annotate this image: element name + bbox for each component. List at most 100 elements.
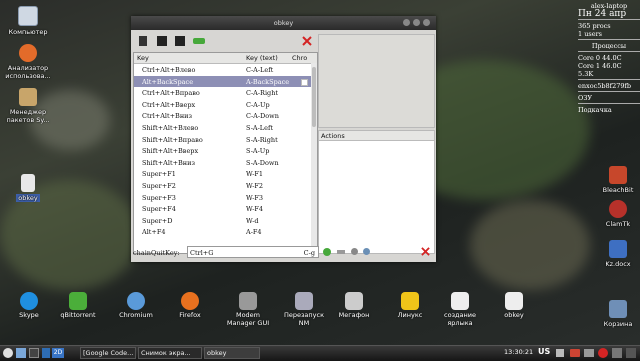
network-restart-icon: [295, 292, 313, 310]
users-count: 1 users: [578, 30, 603, 38]
desktop-icon-clamtk[interactable]: ClamTk: [590, 200, 640, 228]
clamtk-icon: [609, 200, 627, 218]
dock-item[interactable]: Chromium: [112, 292, 160, 320]
list-item[interactable]: Shift+Alt+Вправо S-A-Right: [134, 134, 317, 146]
terminal-icon[interactable]: [29, 348, 39, 358]
show-desktop-icon[interactable]: [626, 348, 636, 358]
desktop-icon-obkey[interactable]: obkey: [0, 174, 56, 202]
network-interface: enxoc5b8f279fb: [578, 82, 632, 90]
close-window-button[interactable]: [423, 19, 430, 26]
column-chroot[interactable]: Chro: [292, 54, 307, 62]
skype-icon: [20, 292, 38, 310]
task-obkey[interactable]: obkey: [204, 347, 260, 359]
list-item[interactable]: Ctrl+Alt+Вниз C-A-Down: [134, 110, 317, 122]
minimize-button[interactable]: [403, 19, 410, 26]
maximize-button[interactable]: [413, 19, 420, 26]
divider: [578, 91, 640, 92]
desktop-icon-computer[interactable]: Компьютер: [0, 6, 56, 36]
desktop-icon-disk-analyzer[interactable]: Анализатор использова...: [0, 44, 56, 80]
obkey-window: obkey Key Key (text) Chro Ctrl+Alt+Влево…: [131, 16, 436, 262]
scrollbar-thumb[interactable]: [312, 67, 316, 127]
task-screenshot[interactable]: Снимок экра...: [138, 347, 202, 359]
file-icon: [505, 292, 523, 310]
chain-quit-input[interactable]: Ctrl+G C-g: [187, 246, 319, 258]
window-titlebar[interactable]: obkey: [131, 16, 436, 30]
swap-title: Подкачка: [578, 106, 612, 114]
list-scrollbar[interactable]: [311, 63, 317, 253]
volume-icon[interactable]: [556, 349, 564, 357]
divider: [578, 39, 640, 40]
list-header: Key Key (text) Chro: [134, 53, 317, 64]
column-key-text[interactable]: Key (text): [246, 54, 278, 62]
add-icon[interactable]: [193, 38, 205, 44]
copy-icon[interactable]: [157, 36, 167, 46]
file-manager-icon[interactable]: [16, 348, 26, 358]
recording-icon[interactable]: [570, 349, 580, 357]
battery-icon[interactable]: [584, 349, 594, 357]
desktop-icon-trash[interactable]: Корзина: [590, 300, 640, 328]
list-item[interactable]: Alt+F4 A-F4: [134, 226, 317, 238]
list-item[interactable]: Alt+BackSpace A-BackSpace: [134, 75, 317, 88]
list-item[interactable]: Super+F4 W-F4: [134, 203, 317, 215]
dock-item[interactable]: qBittorrent: [54, 292, 102, 320]
wifi-icon: [345, 292, 363, 310]
chroot-checkbox[interactable]: [301, 78, 308, 86]
task-google-code[interactable]: [Google Code...: [80, 347, 136, 359]
processes-title: Процессы: [591, 42, 627, 50]
delete-icon[interactable]: [302, 36, 312, 46]
taskbar: 2D [Google Code... Снимок экра... obkey …: [0, 345, 640, 361]
computer-icon: [18, 6, 38, 26]
list-body: Ctrl+Alt+Влево C-A-Left Alt+BackSpace A-Bac…: [134, 64, 317, 238]
app-icon[interactable]: [42, 348, 50, 358]
file-icon: [21, 174, 35, 192]
list-item[interactable]: Shift+Alt+Вниз S-A-Down: [134, 157, 317, 169]
keyboard-layout[interactable]: US: [538, 347, 550, 356]
divider: [578, 103, 640, 104]
list-item[interactable]: Shift+Alt+Вверх S-A-Up: [134, 145, 317, 157]
firefox-icon: [181, 292, 199, 310]
list-item[interactable]: Super+F1 W-F1: [134, 168, 317, 180]
dock-item[interactable]: Firefox: [166, 292, 214, 320]
start-menu-icon[interactable]: [3, 348, 13, 358]
power-icon[interactable]: [598, 348, 608, 358]
dock-item[interactable]: Линукс: [386, 292, 434, 320]
save-icon[interactable]: [139, 36, 147, 46]
desktop-icon-kz-docx[interactable]: Kz.docx: [590, 240, 640, 268]
date: Пн 24 апр: [578, 9, 627, 19]
key-details-pane: [318, 34, 435, 128]
chain-quit-label: chainQuitKey:: [133, 249, 180, 257]
move-down-icon[interactable]: [351, 248, 358, 255]
info-icon[interactable]: [363, 248, 370, 255]
package-manager-icon: [19, 88, 37, 106]
desktop-icon-bleachbit[interactable]: BleachBit: [590, 166, 640, 194]
divider: [578, 79, 640, 80]
notification-icon[interactable]: [612, 348, 622, 358]
paste-icon[interactable]: [175, 36, 185, 46]
dock-item[interactable]: Перезапуск NM: [280, 292, 328, 327]
bleachbit-icon: [609, 166, 627, 184]
list-item[interactable]: Super+F2 W-F2: [134, 180, 317, 192]
workspace-badge[interactable]: 2D: [52, 348, 64, 358]
core0-temp: Core 0 44.0C: [578, 54, 622, 62]
dock-item[interactable]: Skype: [5, 292, 53, 320]
desktop-icon-package-manager[interactable]: Менеджер пакетов Sy...: [0, 88, 56, 124]
dock-item[interactable]: Modem Manager GUI: [224, 292, 272, 327]
list-item[interactable]: Ctrl+Alt+Вправо C-A-Right: [134, 87, 317, 99]
modem-icon: [239, 292, 257, 310]
dock-item[interactable]: создание ярлыка: [436, 292, 484, 327]
chain-quit-bar: chainQuitKey: Ctrl+G C-g: [133, 246, 433, 260]
list-item[interactable]: Ctrl+Alt+Вверх C-A-Up: [134, 99, 317, 111]
add-action-icon[interactable]: [323, 248, 331, 256]
list-item[interactable]: Super+F3 W-F3: [134, 192, 317, 204]
list-item[interactable]: Super+D W-d: [134, 215, 317, 227]
dock-item[interactable]: Мегафон: [330, 292, 378, 320]
clock[interactable]: 13:30:21: [504, 348, 533, 356]
remove-action-icon[interactable]: [421, 247, 430, 258]
move-up-icon[interactable]: [337, 250, 345, 254]
qbittorrent-icon: [69, 292, 87, 310]
list-item[interactable]: Shift+Alt+Влево S-A-Left: [134, 122, 317, 134]
dock-item[interactable]: obkey: [490, 292, 538, 320]
list-item[interactable]: Ctrl+Alt+Влево C-A-Left: [134, 64, 317, 76]
column-key[interactable]: Key: [137, 54, 149, 62]
chromium-icon: [127, 292, 145, 310]
